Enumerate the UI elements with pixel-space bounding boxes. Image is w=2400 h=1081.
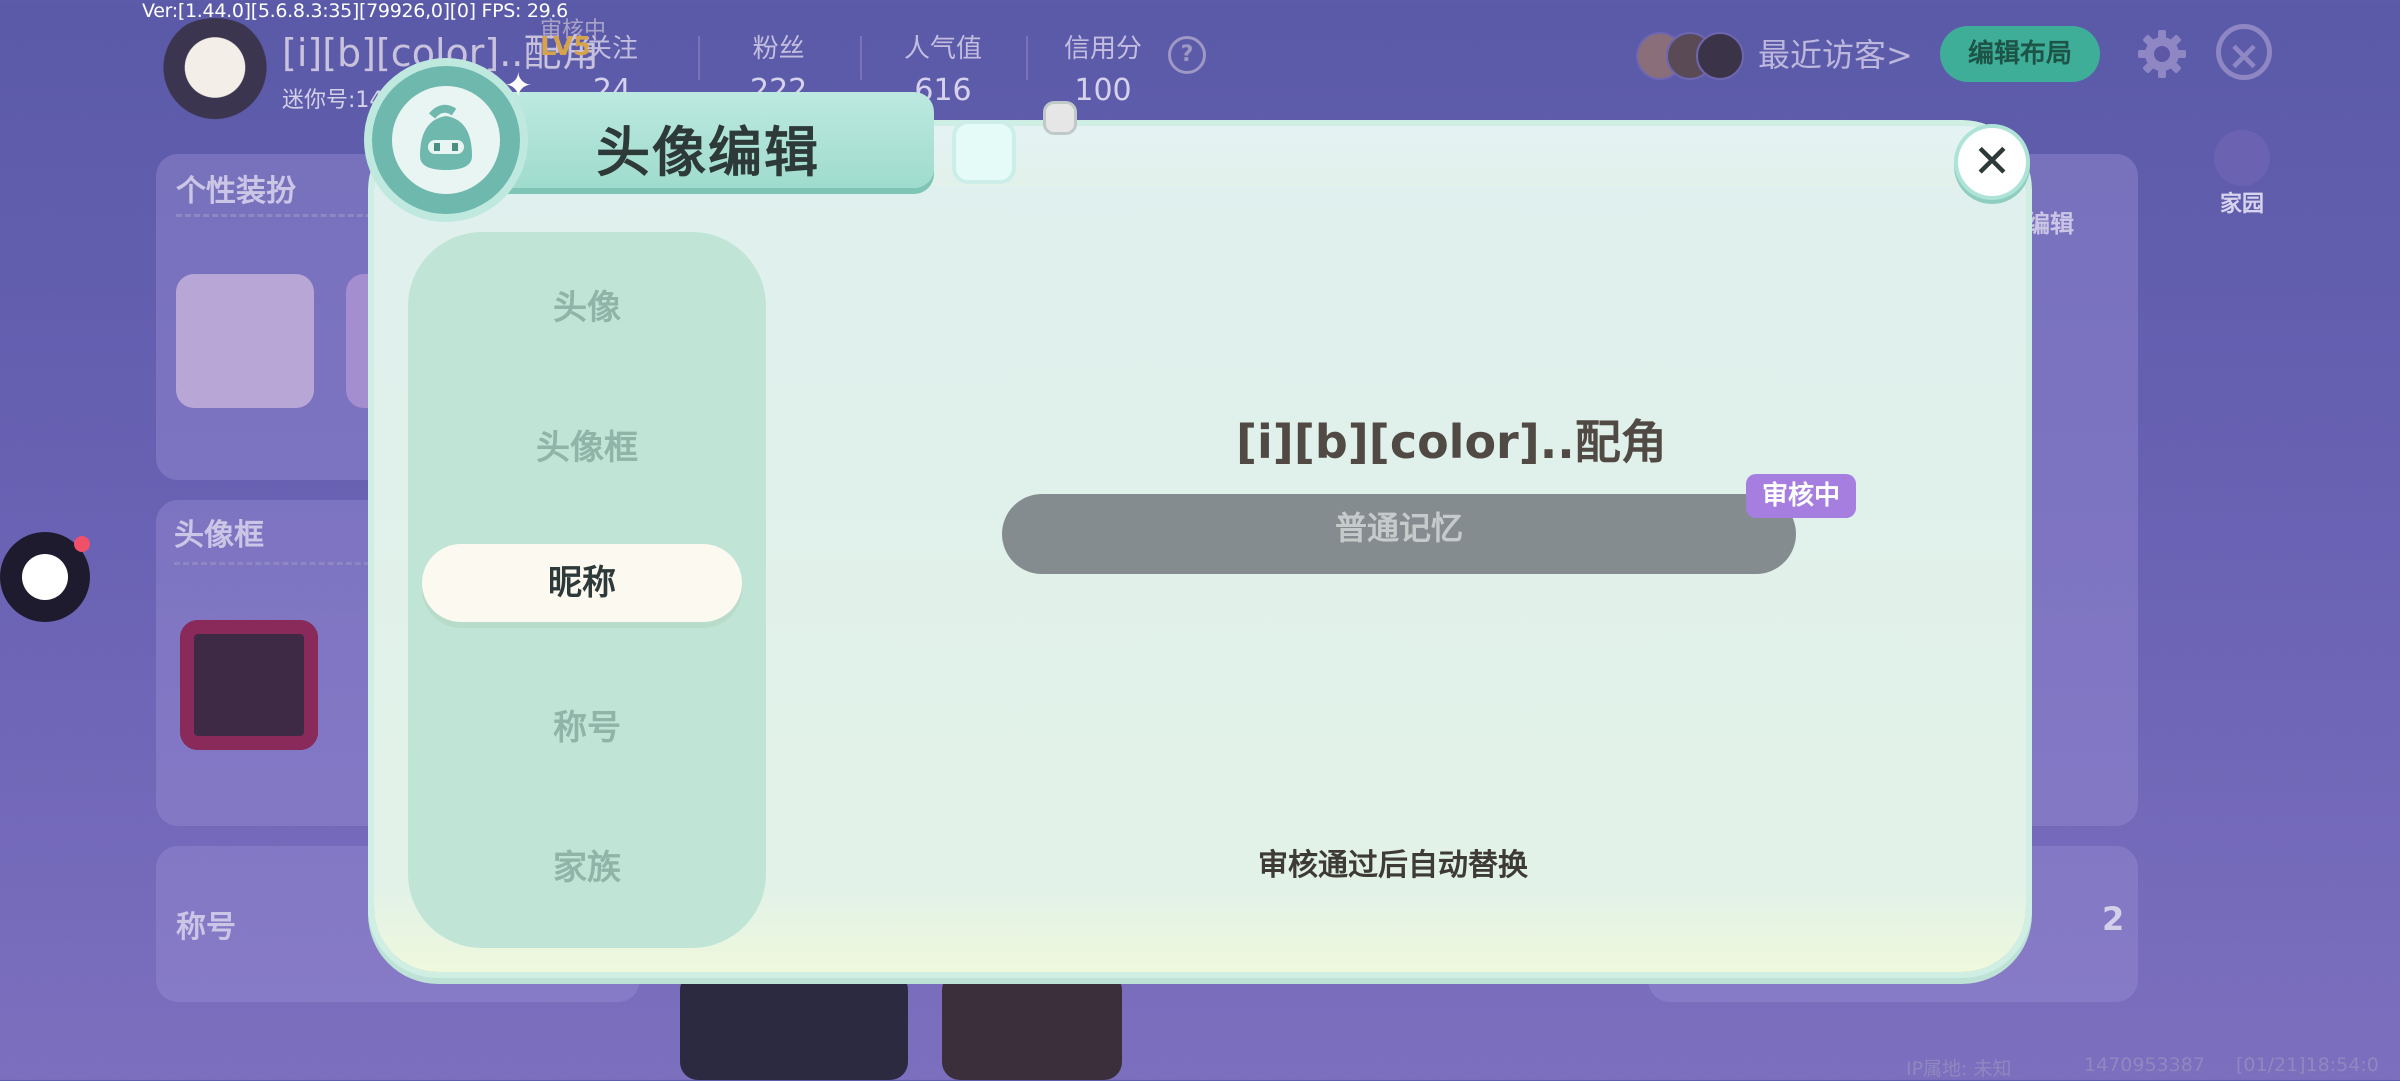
stat-label: 粉丝 (752, 34, 805, 64)
nickname-style-bar[interactable]: 普通记忆 (1002, 494, 1796, 574)
frame-thumbnail[interactable] (180, 620, 318, 750)
stat-value: 100 (1074, 73, 1132, 108)
mini-id: 迷你号:14 (282, 88, 384, 113)
decorative-bubble (956, 124, 1012, 180)
menu-item-clan[interactable]: 家族 (408, 840, 766, 889)
gear-icon[interactable] (2134, 26, 2190, 82)
close-icon[interactable]: × (2216, 24, 2272, 80)
outfit-panel-title: 个性装扮 (176, 174, 296, 209)
visitor-avatar (1696, 32, 1744, 80)
decorative-bubble (1046, 104, 1074, 132)
dialog-close-button[interactable]: ✕ (1958, 128, 2026, 196)
bg-thumbnail[interactable] (942, 972, 1122, 1080)
stat-credit[interactable]: 信用分 100 (1064, 28, 1142, 108)
stat-divider (860, 36, 862, 80)
timestamp: [01/21]18:54:0 (2236, 1054, 2379, 1076)
menu-item-avatar-frame[interactable]: 头像框 (408, 420, 766, 469)
help-icon[interactable]: ? (1168, 36, 1206, 74)
avatar-edit-emblem-icon (372, 66, 520, 214)
frame-panel-title: 头像框 (174, 518, 264, 553)
ip-location: IP属地: 未知 (1906, 1058, 2012, 1080)
edit-side-menu: 头像 头像框 昵称 称号 家族 (408, 232, 766, 948)
audit-status-badge: 审核中 (1746, 474, 1856, 518)
home-label: 家园 (2219, 192, 2264, 217)
avatar[interactable] (155, 18, 275, 128)
level-badge: LV5 (540, 32, 592, 62)
outfit-thumbnail[interactable] (176, 274, 314, 408)
audit-note: 审核通过后自动替换 (1258, 848, 1528, 883)
notification-dot (74, 536, 90, 552)
stat-label: 人气值 (904, 34, 983, 64)
sparkle-icon: ✦ (504, 66, 533, 106)
stat-label: 信用分 (1064, 34, 1143, 64)
home-button[interactable]: 家园 (2210, 130, 2274, 220)
stat-divider (1026, 36, 1028, 80)
edit-layout-button[interactable]: 编辑布局 (1940, 26, 2100, 82)
dialog-title: 头像编辑 (596, 121, 820, 184)
mascot-face-icon (420, 104, 472, 170)
menu-item-nickname[interactable]: 昵称 (422, 544, 742, 622)
title-panel-title: 称号 (176, 910, 236, 945)
assist-ball-inner (22, 554, 68, 600)
edit-label[interactable]: 编辑 (2026, 204, 2074, 239)
current-nickname: [i][b][color]..配角 (1236, 415, 1667, 469)
stat-divider (698, 36, 700, 80)
floating-assist-ball[interactable] (0, 532, 90, 622)
stat-label: 关注 (586, 34, 639, 64)
house-icon (2214, 130, 2270, 186)
bg-thumbnail[interactable] (680, 972, 908, 1080)
recent-visitors-link[interactable]: 最近访客> (1758, 30, 1913, 76)
account-id: 1470953387 (2084, 1054, 2205, 1076)
menu-item-title[interactable]: 称号 (408, 700, 766, 749)
title-count: 2 (2102, 900, 2125, 938)
menu-item-avatar[interactable]: 头像 (408, 280, 766, 329)
